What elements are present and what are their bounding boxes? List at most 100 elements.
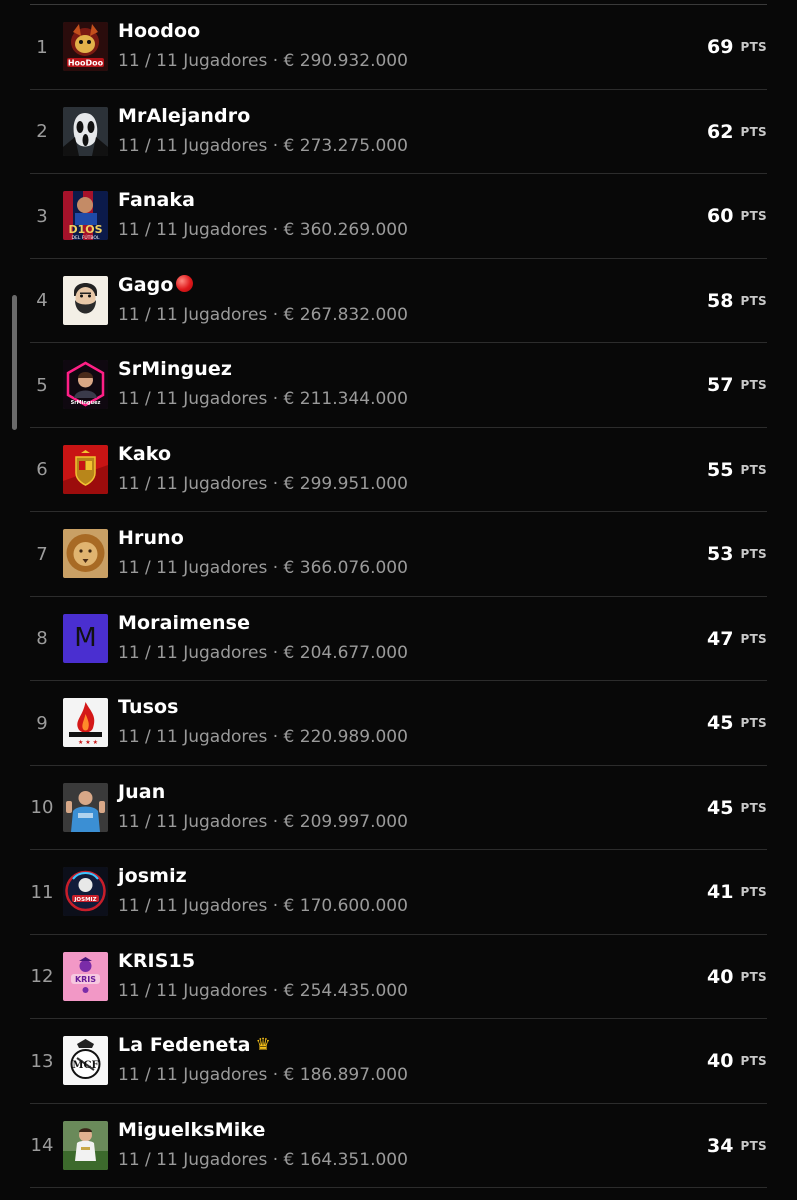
points-unit: PTS	[740, 716, 767, 730]
letter-m-avatar[interactable]: M	[63, 613, 108, 663]
svg-text:KRIS: KRIS	[75, 975, 96, 984]
points: 40 PTS	[707, 1019, 767, 1103]
player-name[interactable]: Fanaka	[118, 189, 195, 211]
points-unit: PTS	[740, 1054, 767, 1068]
svg-text:SrMinguez: SrMinguez	[71, 400, 101, 406]
points-unit: PTS	[740, 885, 767, 899]
squad-count: 11 / 11 Jugadores	[118, 51, 268, 71]
ghostface-mask-avatar[interactable]	[63, 106, 108, 156]
bearded-man-cartoon-avatar[interactable]	[63, 275, 108, 325]
squad-value-line: 11 / 11 Jugadores · € 267.832.000	[118, 305, 408, 325]
points-unit: PTS	[740, 378, 767, 392]
standings-list: 1 HooDoo Hoodoo 11 / 11 Jugadores · € 290.9…	[0, 5, 797, 1188]
kris-pink-logo-avatar[interactable]: KRIS	[63, 951, 108, 1001]
player-name[interactable]: Tusos	[118, 696, 179, 718]
lion-avatar[interactable]	[63, 529, 108, 578]
squad-value-line: 11 / 11 Jugadores · € 209.997.000	[118, 812, 408, 832]
svg-text:D1OS: D1OS	[68, 223, 102, 236]
points: 47 PTS	[707, 597, 767, 681]
leaderboard-row[interactable]: 14 MiguelksMike 11 / 11 Jugadores · € 164.…	[30, 1104, 767, 1188]
flame-crest-avatar[interactable]: ★ ★ ★	[63, 698, 108, 747]
points: 45 PTS	[707, 766, 767, 850]
team-value: € 204.677.000	[283, 642, 408, 663]
player-name[interactable]: Juan	[118, 781, 165, 803]
spain-crest-avatar[interactable]	[63, 444, 108, 494]
points: 41 PTS	[707, 850, 767, 934]
real-madrid-crest-avatar[interactable]: MCF	[63, 1036, 108, 1085]
points: 34 PTS	[707, 1104, 767, 1188]
leaderboard-row[interactable]: 13 MCF La Fedeneta ♛ 11 / 11 Jugadores · € 1…	[30, 1019, 767, 1104]
leaderboard-row[interactable]: 5 SrMinguez SrMinguez 11 / 11 Jugadores · €…	[30, 343, 767, 428]
points: 55 PTS	[707, 428, 767, 512]
points-value: 69	[707, 36, 734, 58]
leaderboard-row[interactable]: 3 D1OS DEL FÚTBOL Fanaka 11 / 11 Jugadores ·…	[30, 174, 767, 259]
leaderboard-row[interactable]: 11 JOSMIZ josmiz 11 / 11 Jugadores · € 170.…	[30, 850, 767, 935]
separator: ·	[267, 1149, 284, 1170]
points-value: 45	[707, 712, 734, 734]
separator: ·	[267, 896, 284, 916]
player-photo-avatar[interactable]	[63, 782, 108, 832]
team-value: € 220.989.000	[283, 727, 408, 747]
player-name[interactable]: KRIS15	[118, 950, 195, 972]
points: 58 PTS	[707, 259, 767, 343]
player-name[interactable]: Gago	[118, 273, 194, 296]
player-name-text: Moraimense	[118, 611, 251, 634]
player-name[interactable]: Hruno	[118, 527, 184, 549]
separator: ·	[267, 304, 284, 325]
points-value: 53	[707, 543, 734, 565]
leaderboard-row[interactable]: 4 Gago 11 / 11 Jugadores · € 267.832.000 58…	[30, 259, 767, 343]
player-name-text: Gago	[118, 273, 174, 296]
rank-number: 14	[30, 1135, 54, 1156]
player-name[interactable]: MiguelksMike	[118, 1119, 266, 1141]
points: 40 PTS	[707, 935, 767, 1019]
separator: ·	[267, 473, 284, 494]
leaderboard-row[interactable]: 8 M Moraimense 11 / 11 Jugadores · € 204.67…	[30, 597, 767, 681]
points-value: 62	[707, 120, 734, 143]
points-unit: PTS	[740, 969, 767, 984]
player-name[interactable]: La Fedeneta ♛	[118, 1034, 271, 1056]
player-name[interactable]: SrMinguez	[118, 358, 232, 380]
child-player-photo-avatar[interactable]	[63, 1120, 108, 1170]
player-name-text: Hruno	[118, 527, 184, 549]
points-value: 40	[707, 965, 734, 988]
squad-count: 11 / 11 Jugadores	[118, 304, 268, 325]
points-value: 41	[707, 881, 734, 903]
points-unit: PTS	[740, 800, 767, 815]
hoodoo-fox-avatar[interactable]: HooDoo	[63, 22, 108, 71]
player-name-text: Hoodoo	[118, 20, 201, 42]
separator: ·	[267, 1065, 284, 1085]
player-name[interactable]: Kako	[118, 443, 171, 465]
leaderboard-row[interactable]: 9 ★ ★ ★ Tusos 11 / 11 Jugadores · € 220.989…	[30, 681, 767, 766]
leaderboard-row[interactable]: 10 Juan 11 / 11 Jugadores · € 209.997.000 4…	[30, 766, 767, 850]
josmiz-logo-avatar[interactable]: JOSMIZ	[63, 867, 108, 916]
leaderboard-row[interactable]: 7 Hruno 11 / 11 Jugadores · € 366.076.000 5…	[30, 512, 767, 597]
separator: ·	[267, 389, 284, 409]
neon-portrait-avatar[interactable]: SrMinguez	[63, 360, 108, 409]
player-name[interactable]: josmiz	[118, 865, 187, 887]
team-value: € 273.275.000	[283, 135, 408, 156]
dios-del-futbol-avatar[interactable]: D1OS DEL FÚTBOL	[63, 191, 108, 240]
squad-count: 11 / 11 Jugadores	[118, 558, 268, 578]
rank-number: 1	[36, 36, 48, 58]
player-name-text: Tusos	[118, 696, 179, 718]
points-value: 55	[707, 458, 734, 481]
rank-number: 3	[36, 205, 48, 227]
player-name-text: SrMinguez	[118, 358, 232, 380]
points-value: 47	[707, 627, 734, 650]
team-value: € 267.832.000	[283, 304, 408, 325]
svg-text:HooDoo: HooDoo	[68, 59, 104, 68]
leaderboard-row[interactable]: 1 HooDoo Hoodoo 11 / 11 Jugadores · € 290.9…	[30, 5, 767, 90]
leaderboard-row[interactable]: 6 Kako 11 / 11 Jugadores · € 299.951.000 55…	[30, 428, 767, 512]
player-name[interactable]: Hoodoo	[118, 20, 200, 42]
player-name[interactable]: MrAlejandro	[118, 105, 250, 127]
team-value: € 360.269.000	[283, 220, 408, 240]
team-value: € 211.344.000	[283, 389, 408, 409]
rank-number: 12	[30, 966, 54, 987]
points-value: 40	[707, 1050, 734, 1072]
player-name[interactable]: Moraimense	[118, 612, 250, 634]
points-unit: PTS	[740, 40, 767, 54]
leaderboard-row[interactable]: 2 MrAlejandro 11 / 11 Jugadores · € 273.27…	[30, 90, 767, 174]
squad-value-line: 11 / 11 Jugadores · € 290.932.000	[118, 51, 408, 71]
leaderboard-row[interactable]: 12 KRIS KRIS15 11 / 11 Jugadores · € 254.43…	[30, 935, 767, 1019]
separator: ·	[267, 980, 284, 1001]
